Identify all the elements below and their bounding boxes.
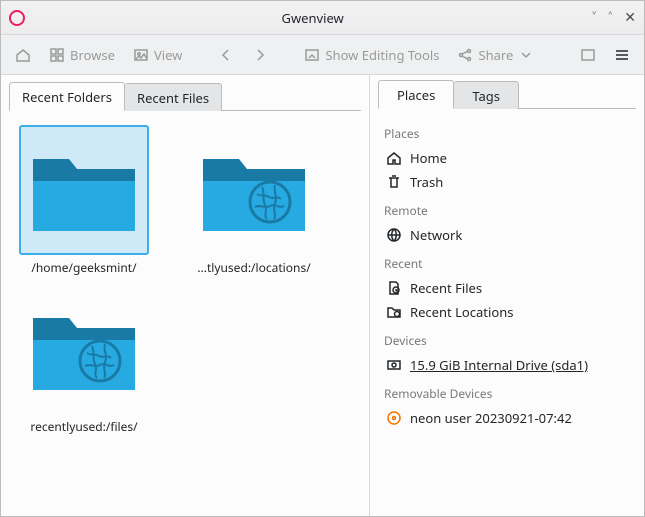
browse-label: Browse <box>70 46 115 64</box>
chevron-right-icon <box>252 47 268 63</box>
chevron-down-icon <box>518 47 534 63</box>
main-body: Recent Folders Recent Files /home/geeksm… <box>1 75 644 516</box>
place-trash[interactable]: Trash <box>384 170 634 194</box>
view-label: View <box>154 46 182 64</box>
app-icon <box>9 10 25 26</box>
folder-label: recentlyused:/files/ <box>30 418 137 435</box>
editing-tools-button[interactable]: Show Editing Tools <box>298 42 445 68</box>
place-internal-drive[interactable]: 15.9 GiB Internal Drive (sda1) <box>384 353 634 377</box>
maximize-button[interactable]: ˄ <box>608 11 612 25</box>
editing-tools-label: Show Editing Tools <box>325 46 439 64</box>
hamburger-menu-button[interactable] <box>608 43 636 67</box>
grid-icon <box>49 47 65 63</box>
place-recent-locations[interactable]: Recent Locations <box>384 300 634 324</box>
place-network[interactable]: Network <box>384 223 634 247</box>
folder-grid: /home/geeksmint/ ...tlyused:/location <box>9 111 361 449</box>
chevron-left-icon <box>218 47 234 63</box>
folder-thumb <box>19 284 149 414</box>
tab-recent-files[interactable]: Recent Files <box>125 83 222 111</box>
fullscreen-icon <box>580 47 596 63</box>
place-removable-neon[interactable]: neon user 20230921-07:42 <box>384 406 634 430</box>
folder-thumb <box>19 125 149 255</box>
folder-thumb <box>189 125 319 255</box>
left-pane: Recent Folders Recent Files /home/geeksm… <box>1 75 369 516</box>
view-button[interactable]: View <box>127 42 188 68</box>
tab-tags[interactable]: Tags <box>454 81 519 109</box>
trash-icon <box>386 174 402 190</box>
right-pane: Places Tags Places Home Trash Remote Net… <box>369 75 644 516</box>
folder-clock-icon <box>386 304 402 320</box>
folder-label: /home/geeksmint/ <box>31 259 136 276</box>
folder-icon <box>29 145 139 235</box>
section-removable: Removable Devices <box>384 385 634 402</box>
window: Gwenview ˅ ˄ ✕ Browse View Show Editing <box>0 0 645 517</box>
window-title: Gwenview <box>33 9 592 27</box>
hamburger-icon <box>614 47 630 63</box>
folder-item[interactable]: ...tlyused:/locations/ <box>179 121 329 280</box>
home-button[interactable] <box>9 43 37 67</box>
disc-icon <box>386 410 402 426</box>
file-clock-icon <box>386 280 402 296</box>
folder-item[interactable]: recentlyused:/files/ <box>9 280 159 439</box>
section-remote: Remote <box>384 202 634 219</box>
browse-button[interactable]: Browse <box>43 42 121 68</box>
globe-icon <box>247 179 293 225</box>
folder-item[interactable]: /home/geeksmint/ <box>9 121 159 280</box>
fullscreen-button[interactable] <box>574 43 602 67</box>
place-recent-files[interactable]: Recent Files <box>384 276 634 300</box>
drive-icon <box>386 357 402 373</box>
section-devices: Devices <box>384 332 634 349</box>
section-recent: Recent <box>384 255 634 272</box>
tab-places[interactable]: Places <box>378 80 454 109</box>
toolbar: Browse View Show Editing Tools Share <box>1 35 644 75</box>
places-panel: Places Home Trash Remote Network Recent <box>370 113 644 516</box>
tab-recent-folders[interactable]: Recent Folders <box>9 82 125 111</box>
share-label: Share <box>478 46 513 64</box>
folder-label: ...tlyused:/locations/ <box>197 259 310 276</box>
titlebar: Gwenview ˅ ˄ ✕ <box>1 1 644 35</box>
image-icon <box>133 47 149 63</box>
share-button[interactable]: Share <box>451 42 540 68</box>
forward-button[interactable] <box>246 43 274 67</box>
home-icon <box>15 47 31 63</box>
home-icon <box>386 150 402 166</box>
window-controls: ˅ ˄ ✕ <box>592 11 636 25</box>
share-icon <box>457 47 473 63</box>
left-tabs: Recent Folders Recent Files <box>9 83 361 111</box>
close-button[interactable]: ✕ <box>624 11 636 25</box>
minimize-button[interactable]: ˅ <box>592 11 596 25</box>
globe-icon <box>77 338 123 384</box>
back-button[interactable] <box>212 43 240 67</box>
place-home[interactable]: Home <box>384 146 634 170</box>
edit-image-icon <box>304 47 320 63</box>
network-icon <box>386 227 402 243</box>
right-tabs: Places Tags <box>378 81 636 109</box>
section-places: Places <box>384 125 634 142</box>
